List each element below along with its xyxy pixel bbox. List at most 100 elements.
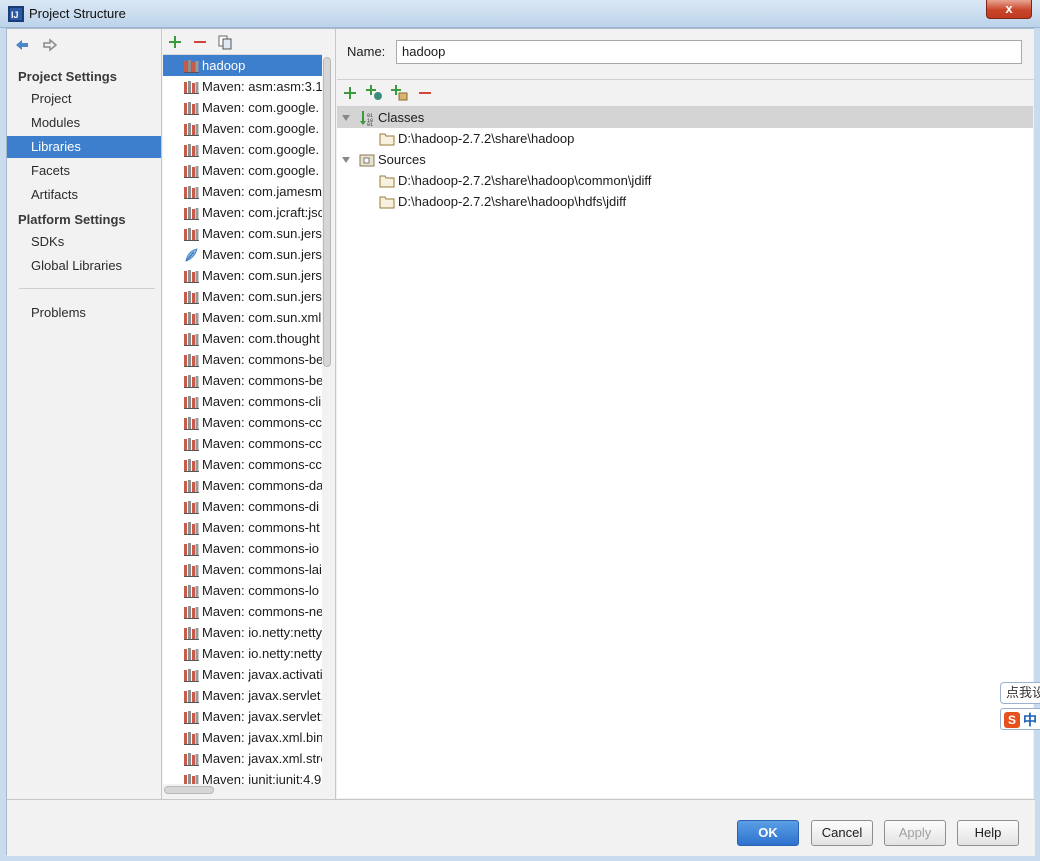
nav-item-modules[interactable]: Modules <box>7 112 161 134</box>
ime-mode-indicator[interactable]: 中 <box>1023 710 1037 730</box>
library-name-input[interactable]: hadoop <box>396 40 1022 64</box>
library-icon <box>184 79 199 94</box>
library-icon <box>184 58 199 73</box>
library-list-item[interactable]: hadoop <box>163 55 322 76</box>
library-icon <box>184 646 199 661</box>
nav-item-project[interactable]: Project <box>7 88 161 110</box>
window-title: Project Structure <box>29 6 126 21</box>
library-icon <box>184 436 199 451</box>
copy-icon <box>218 35 232 49</box>
copy-library-button[interactable] <box>215 32 235 52</box>
library-list-item[interactable]: Maven: commons-cc <box>163 433 322 454</box>
remove-library-button[interactable] <box>190 32 210 52</box>
tree-path-row[interactable]: D:\hadoop-2.7.2\share\hadoop <box>337 128 1033 149</box>
library-list-item[interactable]: Maven: asm:asm:3.1 <box>163 76 322 97</box>
libraries-vertical-scrollbar[interactable] <box>323 57 331 367</box>
library-list-item[interactable]: Maven: commons-ne <box>163 601 322 622</box>
svg-text:01: 01 <box>367 122 373 126</box>
library-list-item[interactable]: Maven: commons-di <box>163 496 322 517</box>
library-icon <box>184 583 199 598</box>
window-close-button[interactable]: x <box>986 0 1032 19</box>
library-label: Maven: javax.xml.bin <box>202 730 322 745</box>
library-roots-tree[interactable]: 01 10 01 Classes D:\hadoop-2.7.2\share\hadoo… <box>337 106 1033 798</box>
library-label: Maven: commons-be <box>202 373 322 388</box>
library-list-item[interactable]: Maven: io.netty:netty <box>163 622 322 643</box>
library-list-item[interactable]: Maven: javax.xml.stre <box>163 748 322 769</box>
library-list-item[interactable]: Maven: com.google. <box>163 97 322 118</box>
attach-sources-button[interactable] <box>390 83 410 103</box>
apply-button[interactable]: Apply <box>884 820 946 846</box>
tree-path-row[interactable]: D:\hadoop-2.7.2\share\hadoop\hdfs\jdiff <box>337 191 1033 212</box>
library-label: Maven: commons-ht <box>202 520 320 535</box>
library-list-item[interactable]: Maven: com.sun.jerse <box>163 223 322 244</box>
library-list-item[interactable]: Maven: commons-da <box>163 475 322 496</box>
add-library-button[interactable] <box>165 32 185 52</box>
expand-triangle-icon[interactable] <box>342 157 350 163</box>
help-button[interactable]: Help <box>957 820 1019 846</box>
library-list-item[interactable]: Maven: commons-lai <box>163 559 322 580</box>
nav-item-global-libraries[interactable]: Global Libraries <box>7 255 161 277</box>
library-list-item[interactable]: Maven: com.sun.jerse <box>163 244 322 265</box>
nav-item-libraries[interactable]: Libraries <box>7 136 161 158</box>
library-list-item[interactable]: Maven: commons-cc <box>163 454 322 475</box>
library-label: Maven: asm:asm:3.1 <box>202 79 322 94</box>
libraries-list[interactable]: hadoop Maven: asm:asm:3.1 Maven: com.googl… <box>163 54 322 784</box>
library-list-item[interactable]: Maven: commons-ht <box>163 517 322 538</box>
library-list-item[interactable]: Maven: commons-lo <box>163 580 322 601</box>
library-icon <box>184 163 199 178</box>
library-icon <box>184 562 199 577</box>
library-label: Maven: commons-io <box>202 541 320 556</box>
sogou-logo-icon: S <box>1004 712 1020 728</box>
ime-toolbar[interactable]: S 中 <box>1000 708 1040 730</box>
library-list-item[interactable]: Maven: javax.xml.bin <box>163 727 322 748</box>
library-list-item[interactable]: Maven: com.jcraft:jsc <box>163 202 322 223</box>
ok-button[interactable]: OK <box>737 820 799 846</box>
library-list-item[interactable]: Maven: javax.activati <box>163 664 322 685</box>
nav-item-problems[interactable]: Problems <box>7 302 161 324</box>
libraries-horizontal-scrollbar[interactable] <box>164 786 214 794</box>
library-list-item[interactable]: Maven: com.jamesm <box>163 181 322 202</box>
library-list-item[interactable]: Maven: io.netty:netty <box>163 643 322 664</box>
remove-root-button[interactable] <box>415 83 435 103</box>
library-label: Maven: com.sun.xml. <box>202 310 322 325</box>
library-icon <box>184 478 199 493</box>
library-label: Maven: com.google. <box>202 163 320 178</box>
dialog-button-bar: OK Cancel Apply Help <box>7 799 1035 856</box>
library-list-item[interactable]: Maven: com.sun.jerse <box>163 286 322 307</box>
tree-group-row[interactable]: 01 10 01 Classes <box>337 107 1033 128</box>
forward-arrow-icon[interactable] <box>42 37 60 55</box>
library-list-item[interactable]: Maven: com.thought <box>163 328 322 349</box>
library-list-item[interactable]: Maven: com.google. <box>163 160 322 181</box>
library-list-item[interactable]: Maven: com.google. <box>163 118 322 139</box>
ime-tooltip[interactable]: 点我设 <box>1000 682 1040 704</box>
tree-path-row[interactable]: D:\hadoop-2.7.2\share\hadoop\common\jdif… <box>337 170 1033 191</box>
library-list-item[interactable]: Maven: junit:junit:4.9 <box>163 769 322 784</box>
nav-item-artifacts[interactable]: Artifacts <box>7 184 161 206</box>
library-icon <box>184 688 199 703</box>
library-list-item[interactable]: Maven: com.sun.xml. <box>163 307 322 328</box>
cancel-button[interactable]: Cancel <box>811 820 873 846</box>
library-list-item[interactable]: Maven: com.google. <box>163 139 322 160</box>
library-list-item[interactable]: Maven: commons-cli <box>163 391 322 412</box>
library-list-item[interactable]: Maven: javax.servlet.j <box>163 685 322 706</box>
tree-group-row[interactable]: Sources <box>337 149 1033 170</box>
attach-classes-button[interactable] <box>365 83 385 103</box>
library-label: Maven: com.jamesm <box>202 184 322 199</box>
minus-icon <box>194 41 206 43</box>
nav-item-facets[interactable]: Facets <box>7 160 161 182</box>
library-list-item[interactable]: Maven: javax.servlet: <box>163 706 322 727</box>
library-list-item[interactable]: Maven: commons-be <box>163 370 322 391</box>
back-arrow-icon[interactable] <box>14 37 32 55</box>
settings-nav: Project Settings Project Modules Librari… <box>7 29 162 799</box>
library-label: hadoop <box>202 58 246 73</box>
add-root-button[interactable] <box>340 83 360 103</box>
nav-item-sdks[interactable]: SDKs <box>7 231 161 253</box>
library-label: Maven: commons-da <box>202 478 322 493</box>
library-list-item[interactable]: Maven: commons-cc <box>163 412 322 433</box>
library-icon <box>184 730 199 745</box>
library-list-item[interactable]: Maven: commons-be <box>163 349 322 370</box>
libraries-toolbar <box>162 32 336 54</box>
library-list-item[interactable]: Maven: commons-io <box>163 538 322 559</box>
expand-triangle-icon[interactable] <box>342 115 350 121</box>
library-list-item[interactable]: Maven: com.sun.jerse <box>163 265 322 286</box>
